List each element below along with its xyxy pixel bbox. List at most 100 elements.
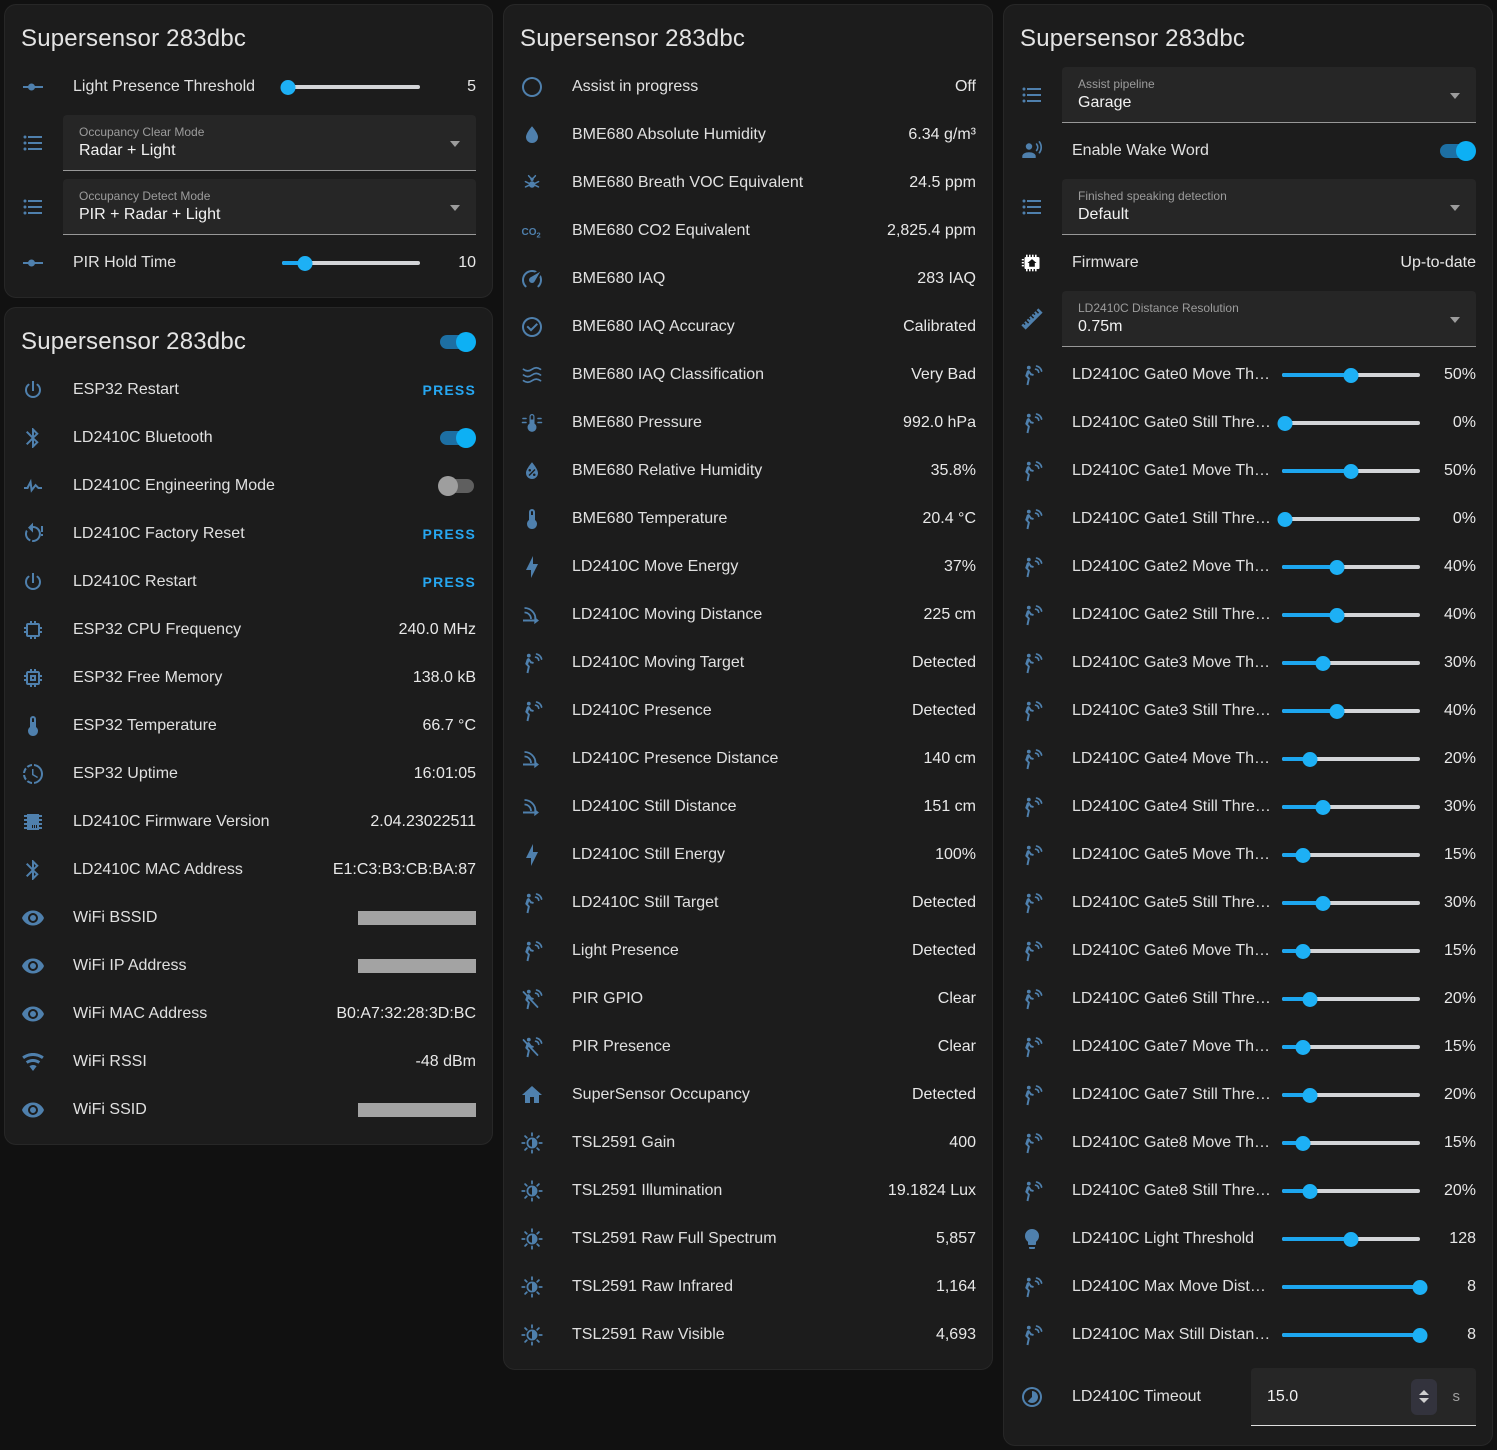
row-occupancy-clear-mode[interactable]: Occupancy Clear ModeRadar + Light bbox=[21, 111, 476, 175]
slider[interactable] bbox=[1282, 889, 1420, 917]
row-wifi-mac-address[interactable]: WiFi MAC AddressB0:A7:32:28:3D:BC bbox=[21, 990, 476, 1038]
row-ld2410c-still-target[interactable]: LD2410C Still TargetDetected bbox=[520, 879, 976, 927]
row-wifi-ssid[interactable]: WiFi SSID bbox=[21, 1086, 476, 1134]
row-ld2410c-timeout[interactable]: LD2410C Timeout15.0s bbox=[1020, 1359, 1476, 1435]
slider[interactable] bbox=[1282, 1273, 1420, 1301]
select-finished-speaking-detection[interactable]: Finished speaking detectionDefault bbox=[1062, 179, 1476, 235]
slider-knob[interactable] bbox=[1344, 1232, 1359, 1247]
slider-knob[interactable] bbox=[1302, 1184, 1317, 1199]
row-enable-wake-word[interactable]: Enable Wake Word bbox=[1020, 127, 1476, 175]
slider-knob[interactable] bbox=[1344, 368, 1359, 383]
row-firmware[interactable]: FirmwareUp-to-date bbox=[1020, 239, 1476, 287]
row-ld2410c-bluetooth[interactable]: LD2410C Bluetooth bbox=[21, 414, 476, 462]
slider[interactable] bbox=[1282, 601, 1420, 629]
row-ld2410c-light-threshold[interactable]: LD2410C Light Threshold128 bbox=[1020, 1215, 1476, 1263]
slider-knob[interactable] bbox=[1302, 752, 1317, 767]
slider-knob[interactable] bbox=[1413, 1280, 1428, 1295]
row-ld2410c-presence-distance[interactable]: LD2410C Presence Distance140 cm bbox=[520, 735, 976, 783]
row-ld2410c-presence[interactable]: LD2410C PresenceDetected bbox=[520, 687, 976, 735]
row-tsl2591-illumination[interactable]: TSL2591 Illumination19.1824 Lux bbox=[520, 1167, 976, 1215]
row-ld2410c-max-move-dista[interactable]: LD2410C Max Move Dista…8 bbox=[1020, 1263, 1476, 1311]
row-light-presence-threshold[interactable]: Light Presence Threshold5 bbox=[21, 63, 476, 111]
row-ld2410c-gate0-move-thr[interactable]: LD2410C Gate0 Move Thr…50% bbox=[1020, 351, 1476, 399]
row-ld2410c-gate3-still-thres[interactable]: LD2410C Gate3 Still Thres…40% bbox=[1020, 687, 1476, 735]
slider[interactable] bbox=[1282, 649, 1420, 677]
row-bme680-absolute-humidity[interactable]: BME680 Absolute Humidity6.34 g/m³ bbox=[520, 111, 976, 159]
row-ld2410c-still-distance[interactable]: LD2410C Still Distance151 cm bbox=[520, 783, 976, 831]
slider-knob[interactable] bbox=[1302, 992, 1317, 1007]
row-bme680-relative-humidity[interactable]: BME680 Relative Humidity35.8% bbox=[520, 447, 976, 495]
row-ld2410c-gate5-still-thres[interactable]: LD2410C Gate5 Still Thres…30% bbox=[1020, 879, 1476, 927]
slider[interactable] bbox=[1282, 361, 1420, 389]
slider-knob[interactable] bbox=[1316, 800, 1331, 815]
slider-knob[interactable] bbox=[1344, 464, 1359, 479]
slider-knob[interactable] bbox=[1316, 896, 1331, 911]
row-ld2410c-gate4-still-thres[interactable]: LD2410C Gate4 Still Thres…30% bbox=[1020, 783, 1476, 831]
row-ld2410c-max-still-distanc[interactable]: LD2410C Max Still Distanc…8 bbox=[1020, 1311, 1476, 1359]
press-button[interactable]: PRESS bbox=[423, 574, 476, 590]
slider-knob[interactable] bbox=[1295, 848, 1310, 863]
select-ld2410c-distance-resolution[interactable]: LD2410C Distance Resolution0.75m bbox=[1062, 291, 1476, 347]
row-ld2410c-move-energy[interactable]: LD2410C Move Energy37% bbox=[520, 543, 976, 591]
slider[interactable] bbox=[1282, 505, 1420, 533]
row-ld2410c-gate6-still-thres[interactable]: LD2410C Gate6 Still Thres…20% bbox=[1020, 975, 1476, 1023]
chevron-down-icon[interactable] bbox=[1419, 1398, 1429, 1403]
stepper-buttons[interactable] bbox=[1411, 1379, 1437, 1415]
row-ld2410c-gate1-still-thres[interactable]: LD2410C Gate1 Still Thres…0% bbox=[1020, 495, 1476, 543]
slider[interactable] bbox=[1282, 1081, 1420, 1109]
select-assist-pipeline[interactable]: Assist pipelineGarage bbox=[1062, 67, 1476, 123]
slider-knob[interactable] bbox=[1316, 656, 1331, 671]
row-tsl2591-raw-full-spectrum[interactable]: TSL2591 Raw Full Spectrum5,857 bbox=[520, 1215, 976, 1263]
row-occupancy-detect-mode[interactable]: Occupancy Detect ModePIR + Radar + Light bbox=[21, 175, 476, 239]
press-button[interactable]: PRESS bbox=[423, 382, 476, 398]
row-ld2410c-moving-target[interactable]: LD2410C Moving TargetDetected bbox=[520, 639, 976, 687]
row-supersensor-occupancy[interactable]: SuperSensor OccupancyDetected bbox=[520, 1071, 976, 1119]
slider[interactable] bbox=[1282, 1321, 1420, 1349]
slider-knob[interactable] bbox=[1295, 1136, 1310, 1151]
slider-knob[interactable] bbox=[1330, 560, 1345, 575]
row-ld2410c-restart[interactable]: LD2410C RestartPRESS bbox=[21, 558, 476, 606]
row-ld2410c-distance-resolution[interactable]: LD2410C Distance Resolution0.75m bbox=[1020, 287, 1476, 351]
card-header-toggle[interactable] bbox=[438, 331, 476, 353]
row-ld2410c-gate4-move-thr[interactable]: LD2410C Gate4 Move Thr…20% bbox=[1020, 735, 1476, 783]
slider[interactable] bbox=[1282, 1033, 1420, 1061]
slider[interactable] bbox=[1282, 1129, 1420, 1157]
toggle-switch[interactable] bbox=[1438, 140, 1476, 162]
row-pir-hold-time[interactable]: PIR Hold Time10 bbox=[21, 239, 476, 287]
slider[interactable] bbox=[1282, 457, 1420, 485]
number-input[interactable]: 15.0s bbox=[1251, 1368, 1476, 1426]
row-bme680-temperature[interactable]: BME680 Temperature20.4 °C bbox=[520, 495, 976, 543]
slider[interactable] bbox=[282, 73, 420, 101]
row-ld2410c-engineering-mode[interactable]: LD2410C Engineering Mode bbox=[21, 462, 476, 510]
row-tsl2591-raw-infrared[interactable]: TSL2591 Raw Infrared1,164 bbox=[520, 1263, 976, 1311]
slider[interactable] bbox=[1282, 1225, 1420, 1253]
row-bme680-iaq-accuracy[interactable]: BME680 IAQ AccuracyCalibrated bbox=[520, 303, 976, 351]
chevron-up-icon[interactable] bbox=[1419, 1390, 1429, 1395]
row-ld2410c-gate7-move-thr[interactable]: LD2410C Gate7 Move Thr…15% bbox=[1020, 1023, 1476, 1071]
row-pir-gpio[interactable]: PIR GPIOClear bbox=[520, 975, 976, 1023]
row-wifi-ip-address[interactable]: WiFi IP Address bbox=[21, 942, 476, 990]
row-ld2410c-still-energy[interactable]: LD2410C Still Energy100% bbox=[520, 831, 976, 879]
row-ld2410c-gate3-move-thr[interactable]: LD2410C Gate3 Move Thr…30% bbox=[1020, 639, 1476, 687]
row-ld2410c-gate6-move-thr[interactable]: LD2410C Gate6 Move Thr…15% bbox=[1020, 927, 1476, 975]
slider-knob[interactable] bbox=[280, 80, 295, 95]
slider-knob[interactable] bbox=[1330, 704, 1345, 719]
row-ld2410c-gate2-move-thr[interactable]: LD2410C Gate2 Move Thr…40% bbox=[1020, 543, 1476, 591]
slider-knob[interactable] bbox=[298, 256, 313, 271]
row-ld2410c-gate8-still-thres[interactable]: LD2410C Gate8 Still Thres…20% bbox=[1020, 1167, 1476, 1215]
row-esp32-cpu-frequency[interactable]: ESP32 CPU Frequency240.0 MHz bbox=[21, 606, 476, 654]
slider-knob[interactable] bbox=[1277, 512, 1292, 527]
row-esp32-uptime[interactable]: ESP32 Uptime16:01:05 bbox=[21, 750, 476, 798]
slider[interactable] bbox=[1282, 697, 1420, 725]
slider[interactable] bbox=[282, 249, 420, 277]
press-button[interactable]: PRESS bbox=[423, 526, 476, 542]
slider[interactable] bbox=[1282, 745, 1420, 773]
slider-knob[interactable] bbox=[1330, 608, 1345, 623]
slider[interactable] bbox=[1282, 985, 1420, 1013]
slider[interactable] bbox=[1282, 553, 1420, 581]
row-ld2410c-gate8-move-thr[interactable]: LD2410C Gate8 Move Thr…15% bbox=[1020, 1119, 1476, 1167]
row-ld2410c-gate0-still-thres[interactable]: LD2410C Gate0 Still Thres…0% bbox=[1020, 399, 1476, 447]
slider-knob[interactable] bbox=[1277, 416, 1292, 431]
row-wifi-bssid[interactable]: WiFi BSSID bbox=[21, 894, 476, 942]
row-esp32-restart[interactable]: ESP32 RestartPRESS bbox=[21, 366, 476, 414]
